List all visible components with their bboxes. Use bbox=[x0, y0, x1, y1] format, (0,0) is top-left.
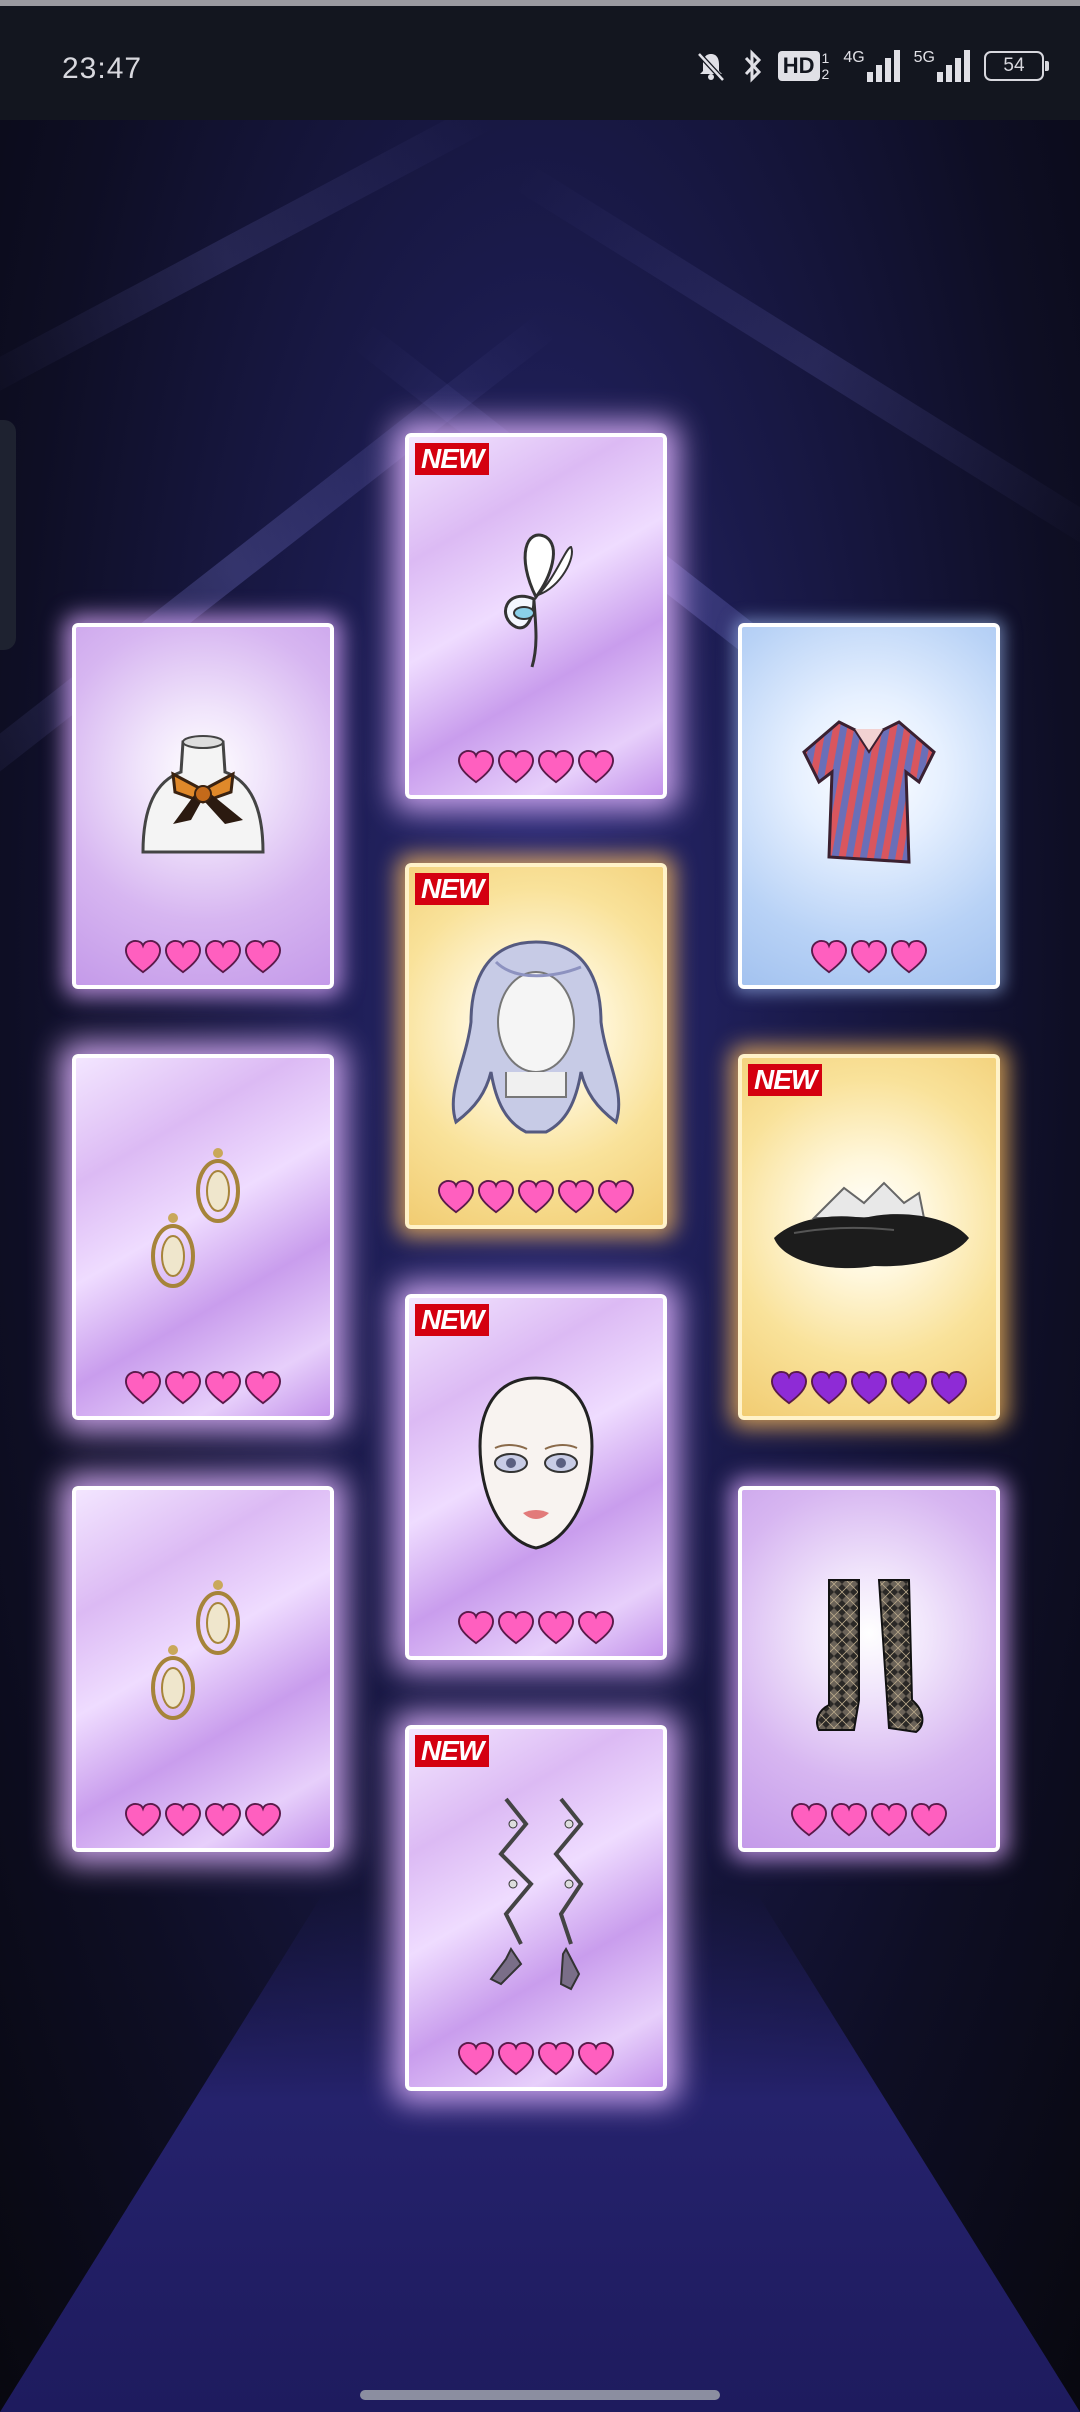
heart-icon bbox=[537, 1610, 575, 1645]
heart-icon bbox=[830, 1802, 868, 1837]
heart-icon bbox=[770, 1370, 808, 1405]
gacha-result-stage: NEW NEW NEW NEW NEW bbox=[0, 120, 1080, 2412]
heart-icon bbox=[204, 1802, 242, 1837]
heart-icon bbox=[517, 1179, 555, 1214]
oval-earrings-icon bbox=[76, 1098, 330, 1348]
heart-icon bbox=[890, 1370, 928, 1405]
bluetooth-icon bbox=[744, 49, 761, 83]
heart-icon bbox=[497, 1610, 535, 1645]
card-shirt[interactable] bbox=[738, 623, 1000, 989]
silk-scarf-icon bbox=[76, 667, 330, 917]
heart-icon bbox=[870, 1802, 908, 1837]
mute-bell-icon bbox=[696, 52, 725, 82]
heart-icon bbox=[597, 1179, 635, 1214]
rarity-hearts bbox=[409, 1179, 663, 1215]
card-scarf[interactable] bbox=[72, 623, 334, 989]
striped-shirt-icon bbox=[742, 667, 996, 917]
heart-icon bbox=[557, 1179, 595, 1214]
new-badge: NEW bbox=[415, 1735, 490, 1767]
heart-icon bbox=[124, 1802, 162, 1837]
rarity-hearts bbox=[409, 749, 663, 785]
heart-icon bbox=[124, 1370, 162, 1405]
butterfly-hairpin-icon bbox=[409, 477, 663, 727]
heart-icon bbox=[890, 939, 928, 974]
card-floor-effect[interactable]: NEW bbox=[738, 1054, 1000, 1420]
rarity-hearts bbox=[742, 939, 996, 975]
heart-icon bbox=[577, 749, 615, 784]
card-makeup[interactable]: NEW bbox=[405, 1294, 667, 1660]
new-badge: NEW bbox=[748, 1064, 823, 1096]
status-time: 23:47 bbox=[62, 52, 143, 85]
heart-icon bbox=[244, 1370, 282, 1405]
card-heels[interactable]: NEW bbox=[405, 1725, 667, 2091]
heart-icon bbox=[537, 749, 575, 784]
rarity-hearts bbox=[409, 2041, 663, 2077]
heart-icon bbox=[244, 1802, 282, 1837]
heart-icon bbox=[164, 1802, 202, 1837]
heart-icon bbox=[124, 939, 162, 974]
oval-earrings-icon bbox=[76, 1530, 330, 1780]
heart-icon bbox=[850, 939, 888, 974]
rarity-hearts bbox=[742, 1802, 996, 1838]
heart-icon bbox=[537, 2041, 575, 2076]
heart-icon bbox=[244, 939, 282, 974]
card-butterfly[interactable]: NEW bbox=[405, 433, 667, 799]
heart-icon bbox=[790, 1802, 828, 1837]
heart-icon bbox=[204, 1370, 242, 1405]
face-makeup-icon bbox=[409, 1338, 663, 1588]
long-silver-hair-icon bbox=[409, 907, 663, 1157]
heart-icon bbox=[457, 2041, 495, 2076]
signal-5g-icon: 5G bbox=[914, 50, 970, 82]
card-earrings-1[interactable] bbox=[72, 1054, 334, 1420]
status-bar: 23:47 HD 1 2 4G 5G 54 bbox=[0, 6, 1080, 120]
card-socks[interactable] bbox=[738, 1486, 1000, 1852]
argyle-socks-icon bbox=[742, 1530, 996, 1780]
heart-icon bbox=[477, 1179, 515, 1214]
heart-icon bbox=[457, 1610, 495, 1645]
heart-icon bbox=[577, 1610, 615, 1645]
new-badge: NEW bbox=[415, 873, 490, 905]
heart-icon bbox=[577, 2041, 615, 2076]
heart-icon bbox=[164, 939, 202, 974]
status-icons: HD 1 2 4G 5G 54 bbox=[694, 46, 1049, 86]
dark-floor-effect-icon bbox=[742, 1098, 996, 1348]
rarity-hearts bbox=[76, 1802, 330, 1838]
lace-up-heels-icon bbox=[409, 1769, 663, 2019]
hd-icon: HD 1 2 bbox=[777, 50, 829, 82]
heart-icon bbox=[497, 749, 535, 784]
side-panel-tab bbox=[0, 420, 16, 650]
heart-icon bbox=[810, 1370, 848, 1405]
heart-icon bbox=[910, 1802, 948, 1837]
new-badge: NEW bbox=[415, 1304, 490, 1336]
signal-4g-icon: 4G bbox=[843, 50, 900, 82]
heart-icon bbox=[457, 749, 495, 784]
heart-icon bbox=[437, 1179, 475, 1214]
heart-icon bbox=[164, 1370, 202, 1405]
heart-icon bbox=[497, 2041, 535, 2076]
heart-icon bbox=[850, 1370, 888, 1405]
new-badge: NEW bbox=[415, 443, 490, 475]
battery-icon: 54 bbox=[984, 51, 1049, 81]
heart-icon bbox=[810, 939, 848, 974]
card-earrings-2[interactable] bbox=[72, 1486, 334, 1852]
rarity-hearts bbox=[76, 1370, 330, 1406]
card-hair[interactable]: NEW bbox=[405, 863, 667, 1229]
rarity-hearts bbox=[742, 1370, 996, 1406]
heart-icon bbox=[930, 1370, 968, 1405]
rarity-hearts bbox=[76, 939, 330, 975]
heart-icon bbox=[204, 939, 242, 974]
home-indicator[interactable] bbox=[360, 2390, 720, 2400]
rarity-hearts bbox=[409, 1610, 663, 1646]
